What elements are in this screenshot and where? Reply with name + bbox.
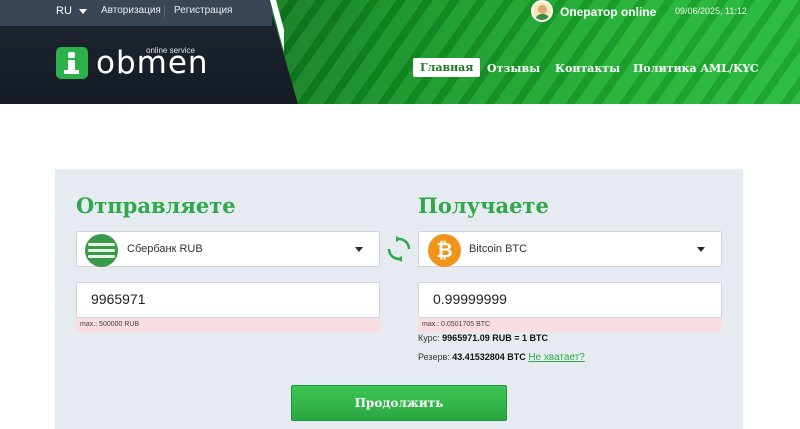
get-currency-label: Bitcoin BTC xyxy=(469,243,528,255)
get-max-warning: max.: 0.0501705 BTC xyxy=(418,318,722,332)
reserve-value: 43.41532804 BTC xyxy=(452,352,526,362)
give-title: Отправляете xyxy=(76,193,236,218)
not-enough-link[interactable]: Не хватает? xyxy=(528,352,585,363)
chevron-down-icon xyxy=(78,8,87,14)
chevron-down-icon xyxy=(697,247,705,252)
site-header: RU Авторизация Регистрация Оператор onli… xyxy=(0,0,800,104)
rate-value: 9965971.09 RUB = 1 BTC xyxy=(442,333,548,343)
logo-i-icon xyxy=(56,47,88,79)
get-currency-select[interactable]: ₿ Bitcoin BTC xyxy=(418,231,722,267)
get-title: Получаете xyxy=(418,193,549,218)
current-datetime: 09/06/2025, 11:12 xyxy=(675,6,747,16)
bitcoin-icon: ₿ xyxy=(428,234,461,267)
get-amount-input[interactable]: 0.99999999 xyxy=(418,282,722,318)
login-link[interactable]: Авторизация xyxy=(101,5,161,16)
swap-icon[interactable] xyxy=(386,236,412,262)
exchange-rate: Курс: 9965971.09 RUB = 1 BTC xyxy=(418,333,548,343)
sberbank-icon xyxy=(85,234,118,267)
operator-online-link[interactable]: Оператор online xyxy=(560,5,656,19)
register-link[interactable]: Регистрация xyxy=(174,5,232,16)
operator-avatar[interactable] xyxy=(531,0,553,22)
give-max-warning: max.: 500000 RUB xyxy=(76,318,380,332)
rate-label: Курс: xyxy=(418,333,440,343)
logo-wordmark: obmen xyxy=(96,45,209,81)
continue-button[interactable]: Продолжить xyxy=(291,385,507,421)
reserve-label: Резерв: xyxy=(418,352,450,362)
nav-reviews[interactable]: Отзывы xyxy=(487,62,540,75)
reserve-info: Резерв: 43.41532804 BTC Не хватает? xyxy=(418,352,585,363)
nav-contacts[interactable]: Контакты xyxy=(555,62,620,75)
give-amount-input[interactable]: 9965971 xyxy=(76,282,380,318)
language-label: RU xyxy=(56,5,72,17)
give-currency-select[interactable]: Сбербанк RUB xyxy=(76,231,380,267)
chevron-down-icon xyxy=(355,247,363,252)
give-currency-label: Сбербанк RUB xyxy=(127,243,203,255)
nav-home[interactable]: Главная xyxy=(413,58,481,77)
topbar-divider xyxy=(164,5,165,17)
language-selector[interactable]: RU xyxy=(56,5,87,17)
nav-aml-kyc-policy[interactable]: Политика AML/KYC xyxy=(633,62,759,75)
